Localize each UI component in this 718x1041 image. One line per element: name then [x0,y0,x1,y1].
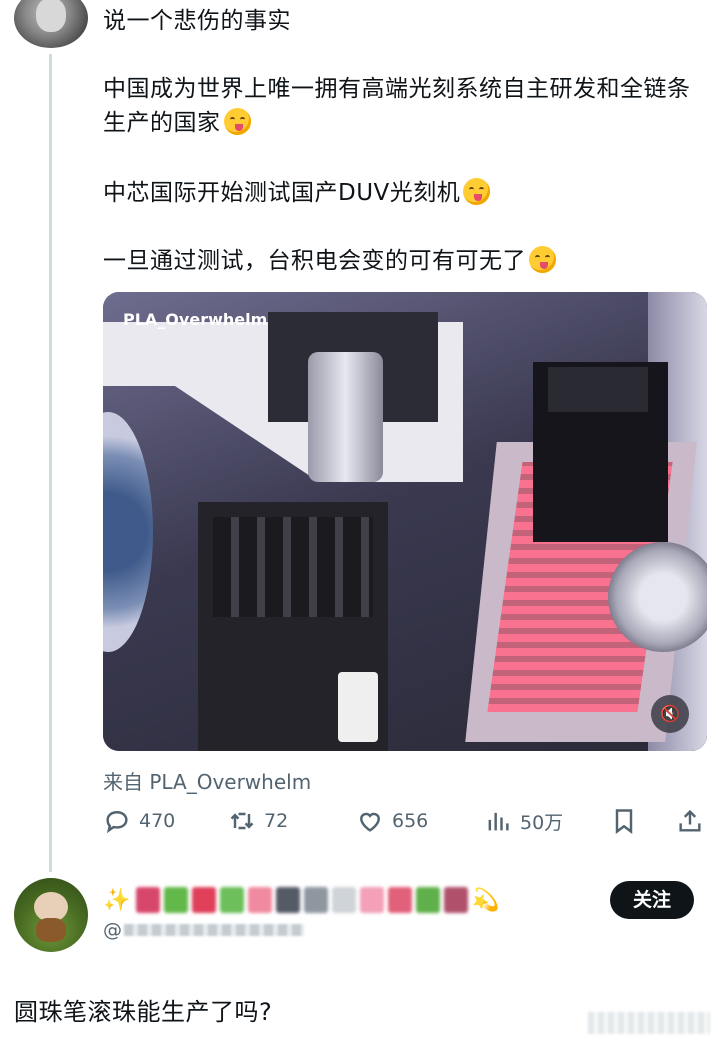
connector [338,672,378,742]
video-player[interactable]: PLA_Overwhelm 🔇 [103,292,707,751]
reply-count: 470 [139,810,176,832]
shooting-star-icon: 💫 [472,887,500,913]
post-line-3-text: 中芯国际开始测试国产DUV光刻机 [103,180,461,206]
retweet-button[interactable]: 72 [228,804,288,838]
author-avatar[interactable] [14,0,88,48]
thread-line [49,54,52,872]
speaker-muted-icon[interactable]: 🔇 [651,695,689,733]
heart-icon [360,812,380,832]
blurred-name-char [276,887,301,913]
reply-author-avatar[interactable] [14,878,88,952]
video-source-link[interactable]: 来自 PLA_Overwhelm [103,766,311,795]
post-line-4-text: 一旦通过测试，台积电会变的可有可无了 [103,248,526,274]
reply-text: 圆珠笔滚珠能生产了吗? [14,998,273,1026]
retweet-count: 72 [264,810,289,832]
video-watermark: PLA_Overwhelm [123,310,268,329]
blurred-name-char [248,887,273,913]
post-line-2-text: 中国成为世界上唯一拥有高端光刻系统自主研发和全链条生产的国家 [103,76,691,136]
post-line-1: 说一个悲伤的事实 [103,8,291,34]
post-line-3: 中芯国际开始测试国产DUV光刻机 [103,176,491,210]
bookmark-icon [615,809,633,834]
savoring-food-emoji-icon [529,246,556,273]
blurred-name-char [192,887,217,913]
follow-button[interactable]: 关注 [610,881,694,919]
views-count: 50万 [520,811,564,834]
blurred-handle [124,924,304,936]
share-button[interactable] [676,804,712,838]
reply-author-handle[interactable]: @ [103,918,304,942]
reply-icon [106,811,128,834]
rotary-plate [608,542,707,652]
post-line-2: 中国成为世界上唯一拥有高端光刻系统自主研发和全链条生产的国家 [103,72,703,140]
bookmark-button[interactable] [610,804,646,838]
blurred-watermark [588,1012,710,1034]
reply-button[interactable]: 470 [103,804,175,838]
views-button[interactable]: 50万 [484,804,563,838]
share-icon [679,809,701,832]
blurred-name-char [136,887,161,913]
handle-at: @ [103,919,122,941]
blurred-name-char [332,887,357,913]
sparkles-icon: ✨ [103,887,131,913]
reply-author-name[interactable]: ✨ 💫 [103,882,506,918]
camera-top [548,367,648,412]
blurred-name-char [304,887,329,913]
machine-cylinder [308,352,383,482]
savoring-food-emoji-icon [223,108,251,135]
bar-chart-icon [488,812,509,831]
retweet-icon [230,812,254,830]
avatar-character-body [36,918,66,942]
blurred-name-char [388,887,413,913]
blurred-name-char [416,887,441,913]
like-button[interactable]: 656 [356,804,428,838]
blurred-name-char [444,887,469,913]
machine-grid [213,517,373,617]
avatar-face [36,0,66,32]
blurred-name-char [164,887,189,913]
blurred-name-char [360,887,385,913]
post-line-4: 一旦通过测试，台积电会变的可有可无了 [103,244,556,278]
action-bar: 470 72 656 50万 [103,804,708,838]
like-count: 656 [392,810,429,832]
savoring-food-emoji-icon [463,178,491,205]
blurred-name-char [220,887,245,913]
